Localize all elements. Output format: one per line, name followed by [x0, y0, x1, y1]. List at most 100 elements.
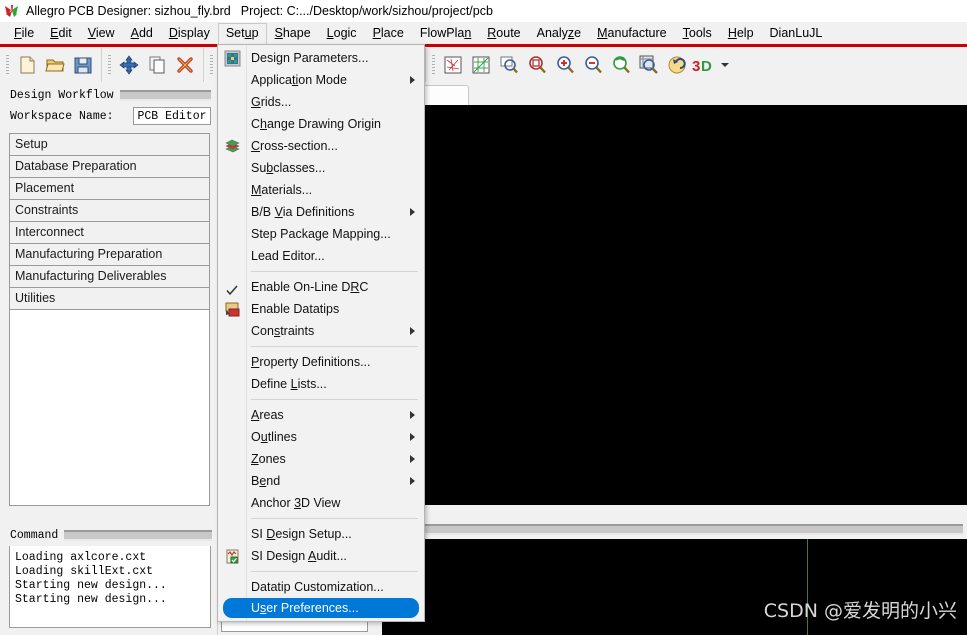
- toolbar-grip[interactable]: [210, 55, 213, 75]
- zoom-in-icon[interactable]: [551, 51, 579, 79]
- menu-help[interactable]: Help: [720, 23, 762, 44]
- command-log-line: Starting new design...: [15, 579, 167, 592]
- menu-item-enable-online-drc[interactable]: Enable On-Line DRC: [218, 276, 424, 298]
- toolbar-group-view: 3 D: [426, 48, 735, 82]
- menu-item-step-package-mapping[interactable]: Step Package Mapping...: [218, 223, 424, 245]
- ratsnest-show-icon[interactable]: [439, 51, 467, 79]
- sidebar-item-interconnect[interactable]: Interconnect: [10, 222, 209, 244]
- title-rule: [417, 523, 963, 535]
- toolbar-grip[interactable]: [108, 55, 111, 75]
- menu-item-materials[interactable]: Materials...: [218, 179, 424, 201]
- toolbar-group-edit: [102, 48, 204, 82]
- menu-item-enable-datatips[interactable]: Enable Datatips: [218, 298, 424, 320]
- delete-x-icon[interactable]: [171, 51, 199, 79]
- workspace-name-value[interactable]: PCB Editor: [133, 107, 211, 125]
- chevron-right-icon: [410, 208, 415, 216]
- copy-icon[interactable]: [143, 51, 171, 79]
- open-folder-icon[interactable]: [41, 51, 69, 79]
- ratsnest-all-icon[interactable]: [467, 51, 495, 79]
- zoom-previous-icon[interactable]: [607, 51, 635, 79]
- menu-dianlujl[interactable]: DianLuJL: [762, 23, 831, 44]
- menu-flowplan[interactable]: FlowPlan: [412, 23, 479, 44]
- setup-dropdown-menu: Design Parameters... Application Mode Gr…: [217, 44, 425, 622]
- menu-item-datatip-customization[interactable]: Datatip Customization...: [218, 576, 424, 598]
- menu-item-subclasses[interactable]: Subclasses...: [218, 157, 424, 179]
- menu-logic[interactable]: Logic: [319, 23, 365, 44]
- new-file-icon[interactable]: [13, 51, 41, 79]
- menu-item-outlines[interactable]: Outlines: [218, 426, 424, 448]
- cross-section-icon: [224, 138, 241, 155]
- design-workflow-title: Design Workflow: [10, 89, 114, 102]
- menu-separator: [251, 271, 418, 272]
- menu-item-si-design-setup[interactable]: SI Design Setup...: [218, 523, 424, 545]
- move-icon[interactable]: [115, 51, 143, 79]
- svg-text:3: 3: [692, 58, 700, 75]
- si-audit-icon: [224, 548, 241, 565]
- menu-item-change-drawing-origin[interactable]: Change Drawing Origin: [218, 113, 424, 135]
- menu-setup[interactable]: Setup: [217, 22, 267, 44]
- menu-shape[interactable]: Shape: [267, 23, 319, 44]
- menu-tools[interactable]: Tools: [675, 23, 720, 44]
- workspace-name-row: Workspace Name: PCB Editor: [0, 104, 217, 130]
- menu-item-bend[interactable]: Bend: [218, 470, 424, 492]
- command-log-line: Loading axlcore.cxt: [15, 551, 147, 564]
- menu-manufacture[interactable]: Manufacture: [589, 23, 675, 44]
- menu-item-property-definitions[interactable]: Property Definitions...: [218, 351, 424, 373]
- menu-item-user-preferences[interactable]: User Preferences...: [223, 598, 419, 618]
- chevron-right-icon: [410, 76, 415, 84]
- menu-item-si-design-audit[interactable]: SI Design Audit...: [218, 545, 424, 567]
- main-area: Design Workflow Workspace Name: PCB Edit…: [0, 83, 967, 635]
- menu-item-define-lists[interactable]: Define Lists...: [218, 373, 424, 395]
- menu-item-anchor-3d-view[interactable]: Anchor 3D View: [218, 492, 424, 514]
- menu-display[interactable]: Display: [161, 23, 218, 44]
- toolbar-group-file: [0, 48, 102, 82]
- command-log[interactable]: Loading axlcore.cxt Loading skillExt.cxt…: [9, 546, 211, 628]
- menu-item-constraints[interactable]: Constraints: [218, 320, 424, 342]
- sidebar-item-setup[interactable]: Setup: [10, 134, 209, 156]
- zoom-out-icon[interactable]: [579, 51, 607, 79]
- watermark-text: CSDN @爱发明的小兴: [763, 600, 957, 622]
- menu-item-cross-section[interactable]: Cross-section...: [218, 135, 424, 157]
- menu-edit[interactable]: Edit: [42, 23, 80, 44]
- menu-view[interactable]: View: [80, 23, 123, 44]
- zoom-by-points-icon[interactable]: [495, 51, 523, 79]
- check-icon: [226, 281, 238, 296]
- sidebar-item-constraints[interactable]: Constraints: [10, 200, 209, 222]
- svg-text:D: D: [701, 58, 712, 75]
- sidebar-item-manufacturing-preparation[interactable]: Manufacturing Preparation: [10, 244, 209, 266]
- chevron-right-icon: [410, 477, 415, 485]
- command-log-line: Starting new design...: [15, 593, 167, 606]
- menu-item-lead-editor[interactable]: Lead Editor...: [218, 245, 424, 267]
- zoom-world-icon[interactable]: [635, 51, 663, 79]
- menu-item-design-parameters[interactable]: Design Parameters...: [218, 47, 424, 69]
- sidebar-item-utilities[interactable]: Utilities: [10, 288, 209, 309]
- menu-add[interactable]: Add: [123, 23, 161, 44]
- menu-file[interactable]: File: [6, 23, 42, 44]
- undo-icon[interactable]: [663, 51, 691, 79]
- sidebar-item-database-preparation[interactable]: Database Preparation: [10, 156, 209, 178]
- sidebar-item-placement[interactable]: Placement: [10, 178, 209, 200]
- menu-bar: File Edit View Add Display Setup Shape L…: [0, 22, 967, 44]
- save-disk-icon[interactable]: [69, 51, 97, 79]
- toolbar-grip[interactable]: [6, 55, 9, 75]
- cadence-allegro-icon: [4, 3, 20, 19]
- menu-route[interactable]: Route: [479, 23, 528, 44]
- zoom-fit-icon[interactable]: [523, 51, 551, 79]
- menu-item-zones[interactable]: Zones: [218, 448, 424, 470]
- chevron-right-icon: [410, 433, 415, 441]
- title-bar: Allegro PCB Designer: sizhou_fly.brd Pro…: [0, 0, 967, 22]
- menu-item-grids[interactable]: Grids...: [218, 91, 424, 113]
- toolbar-overflow-chevron-icon[interactable]: [719, 51, 731, 79]
- view-3d-icon[interactable]: 3 D: [691, 51, 719, 79]
- menu-item-application-mode[interactable]: Application Mode: [218, 69, 424, 91]
- toolbar-grip[interactable]: [432, 55, 435, 75]
- command-panel-title: Command: [10, 529, 59, 542]
- view-panel-canvas[interactable]: CSDN @爱发明的小兴: [382, 539, 967, 635]
- sidebar-item-manufacturing-deliverables[interactable]: Manufacturing Deliverables: [10, 266, 209, 288]
- workflow-detail-area: [9, 310, 210, 506]
- menu-place[interactable]: Place: [365, 23, 412, 44]
- menu-item-bb-via-definitions[interactable]: B/B Via Definitions: [218, 201, 424, 223]
- menu-analyze[interactable]: Analyze: [529, 23, 589, 44]
- datatips-icon: [224, 301, 241, 318]
- menu-item-areas[interactable]: Areas: [218, 404, 424, 426]
